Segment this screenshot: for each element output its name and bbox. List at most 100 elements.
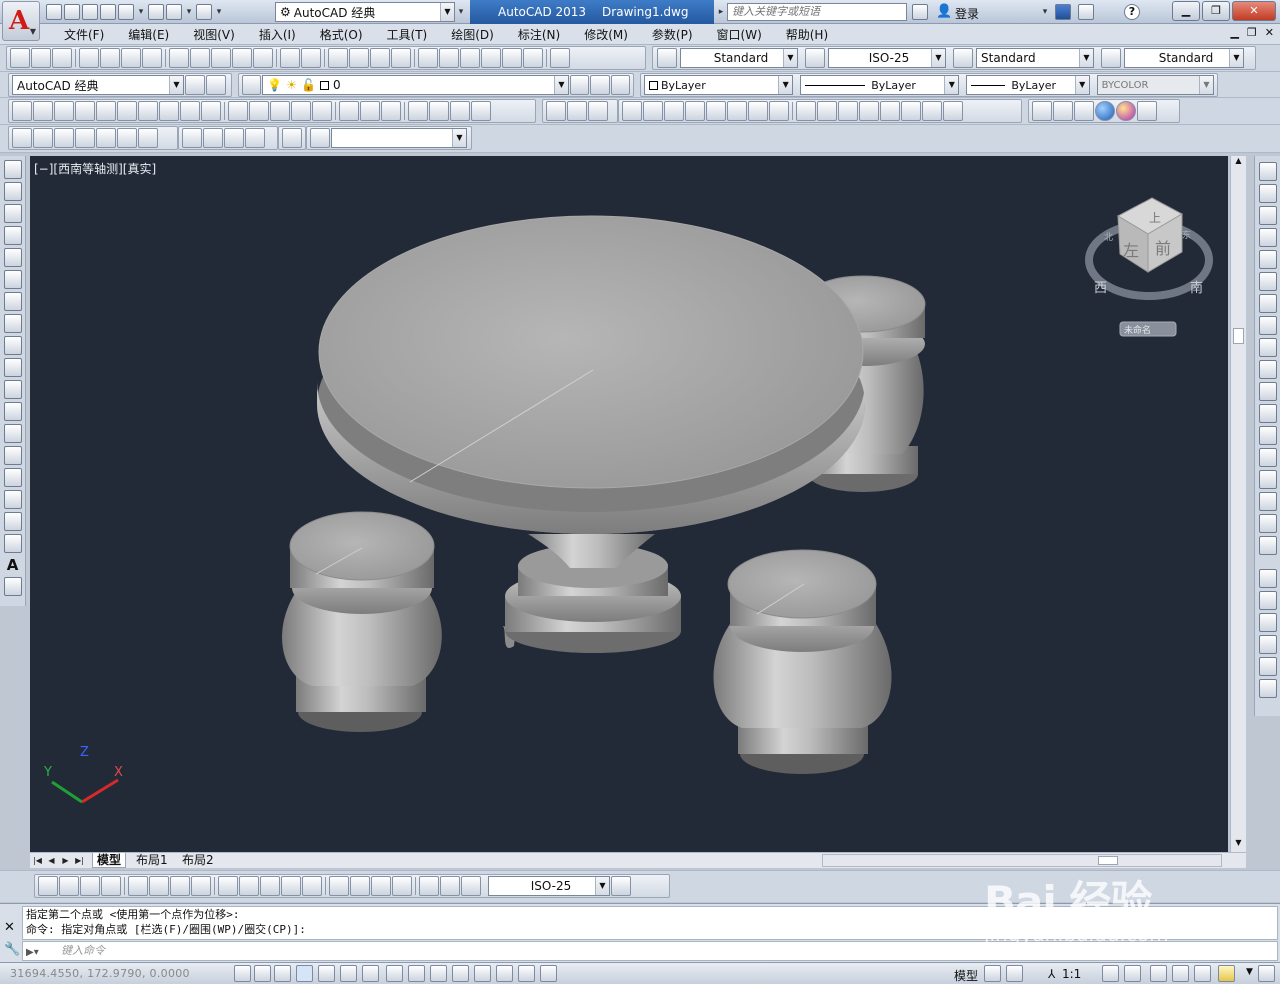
last-tab-arrow[interactable]: ▶| [74,854,85,867]
chamfer-icon[interactable] [1258,470,1277,489]
right-view-icon[interactable] [96,128,116,148]
make-block-icon[interactable] [3,424,22,443]
array-icon[interactable] [1258,250,1277,269]
move-faces-icon[interactable] [643,101,663,121]
presspull-icon[interactable] [249,101,269,121]
annotation-visibility-icon[interactable] [1102,965,1119,982]
baseline-dim-icon[interactable] [239,876,259,896]
union-icon[interactable] [339,101,359,121]
linetype-select[interactable]: ByLayer ▼ [800,75,960,95]
calculator-icon[interactable] [523,48,543,68]
polyline-icon[interactable] [3,204,22,223]
match-properties-icon[interactable] [253,48,273,68]
compass-south-label[interactable]: 南 [1190,280,1203,296]
polar-tracking-icon[interactable] [318,965,335,982]
left-view-icon[interactable] [75,128,95,148]
jogged-dim-icon[interactable] [149,876,169,896]
imprint-icon[interactable] [838,101,858,121]
autodesk-360-icon[interactable] [1078,4,1094,20]
viewport-controls-label[interactable]: [−][西南等轴测][真实] [34,160,156,177]
hscroll-thumb[interactable] [1098,856,1118,865]
copy-icon[interactable] [1258,184,1277,203]
arc-icon[interactable] [3,270,22,289]
layer-state-icon[interactable] [610,75,630,95]
lock-icon[interactable] [1172,965,1189,982]
chevron-down-icon[interactable]: ▾ [1040,3,1050,21]
trim-icon[interactable] [1258,360,1277,379]
viewcube-left-label[interactable]: 左 [1123,241,1139,260]
slice-icon[interactable] [943,101,963,121]
line-icon[interactable] [3,160,22,179]
box-icon[interactable] [33,101,53,121]
named-views-icon[interactable] [12,128,32,148]
menu-parametric[interactable]: 参数(P) [640,26,705,43]
quick-view-drawings-icon[interactable] [1006,965,1023,982]
save-icon[interactable] [82,4,98,20]
isolate-objects-icon[interactable] [1218,965,1235,982]
scroll-thumb[interactable] [1233,328,1244,344]
command-input[interactable]: ▶▾ 键入命令 [22,941,1278,961]
3d-align-icon[interactable] [450,101,470,121]
se-iso-icon[interactable] [203,128,223,148]
dynamic-ucs-icon[interactable] [408,965,425,982]
lineweight-select[interactable]: ByLayer ▼ [966,75,1090,95]
dim-style-icon[interactable] [805,48,825,68]
redo-icon[interactable] [301,48,321,68]
search-input[interactable]: 键入关键字或短语 [727,3,907,21]
torus-icon[interactable] [138,101,158,121]
cylinder-icon[interactable] [117,101,137,121]
chevron-down-icon[interactable]: ▾ [456,3,466,21]
tab-layout2[interactable]: 布局2 [178,853,218,868]
markup-icon[interactable] [502,48,522,68]
stool-front-right[interactable] [713,549,892,774]
compass-east-label[interactable]: 东 [1182,229,1191,241]
text-style-icon[interactable] [657,48,677,68]
viewcube-top-label[interactable]: 上 [1149,211,1161,225]
continue-dim-icon[interactable] [260,876,280,896]
user-icon[interactable]: 👤 [936,4,952,19]
linear-dim-icon[interactable] [38,876,58,896]
annotation-scale-icon[interactable]: ⅄ [1048,967,1055,981]
subtract-icon[interactable] [360,101,380,121]
wedge-icon[interactable] [54,101,74,121]
text-style-select[interactable]: Standard ▼ [680,48,798,68]
copy-faces-icon[interactable] [748,101,768,121]
undo-icon[interactable] [166,4,182,20]
hardware-acceleration-icon[interactable] [1194,965,1211,982]
exchange-icon[interactable] [1055,4,1071,20]
chevron-right-icon[interactable]: ▸ [716,3,726,21]
3d-print-icon[interactable] [142,48,162,68]
shell-icon[interactable] [901,101,921,121]
nw-iso-icon[interactable] [245,128,265,148]
insert-block-icon[interactable] [3,402,22,421]
pyramid-icon[interactable] [159,101,179,121]
offset-icon[interactable] [1258,228,1277,247]
restore-button[interactable]: ❐ [1202,1,1230,21]
revision-cloud-icon[interactable] [3,314,22,333]
create-camera-icon[interactable] [282,128,302,148]
vertical-scrollbar[interactable]: ▲ ▼ [1230,156,1246,852]
doc-restore-button[interactable]: ❐ [1247,26,1257,39]
table-style-icon[interactable] [953,48,973,68]
fillet-icon[interactable] [1258,492,1277,511]
dim-break-icon[interactable] [302,876,322,896]
copy-icon[interactable] [190,48,210,68]
wireframe-icon[interactable] [1053,101,1073,121]
selection-cycling-icon[interactable] [518,965,535,982]
erase-icon[interactable] [1258,162,1277,181]
close-button[interactable]: ✕ [1232,1,1276,21]
plot-icon[interactable] [79,48,99,68]
3d-move-icon[interactable] [408,101,428,121]
close-icon[interactable]: ✕ [4,920,15,935]
menu-edit[interactable]: 编辑(E) [116,26,181,43]
3d-object-snap-icon[interactable] [362,965,379,982]
union-icon[interactable] [546,101,566,121]
intersect-icon[interactable] [381,101,401,121]
dim-update-icon[interactable] [461,876,481,896]
join-icon[interactable] [1258,448,1277,467]
paste-block-icon[interactable] [232,48,252,68]
lineweight-icon[interactable] [452,965,469,982]
dim-text-edit-icon[interactable] [440,876,460,896]
hatch-back-icon[interactable] [1258,679,1277,698]
compass-north-label[interactable]: 北 [1104,232,1113,243]
